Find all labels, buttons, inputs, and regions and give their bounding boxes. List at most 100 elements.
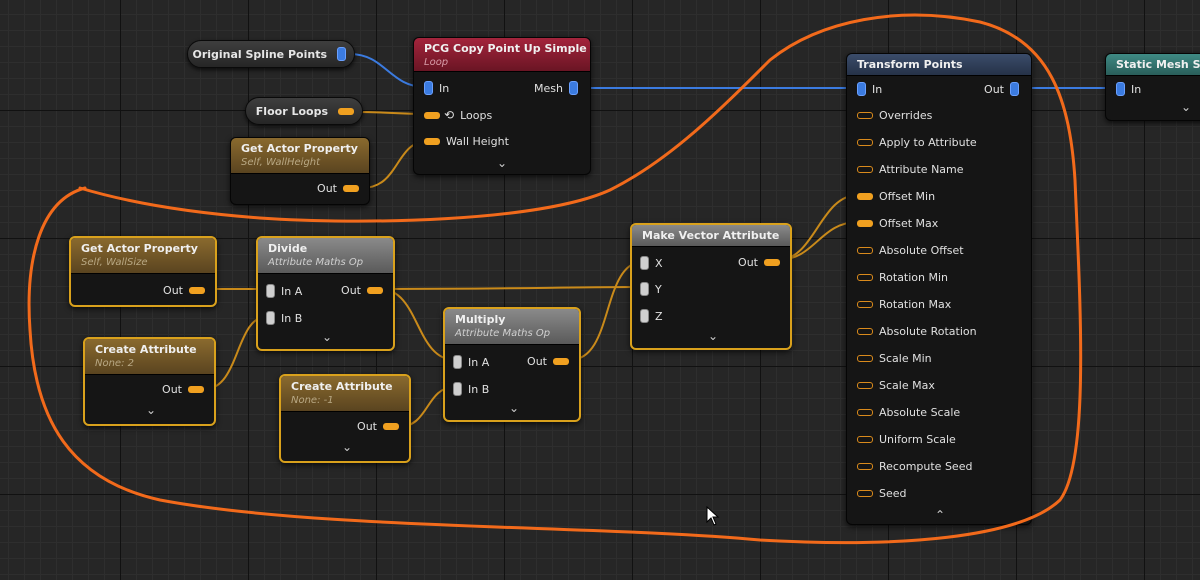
divide-in-a-pin[interactable]: In A: [266, 284, 308, 298]
multiply-header[interactable]: Multiply Attribute Maths Op: [445, 309, 579, 345]
static-mesh-header[interactable]: Static Mesh Spa: [1106, 54, 1200, 76]
create-attr-2-out-pin-icon[interactable]: [188, 386, 204, 393]
chevron-down-icon[interactable]: ⌄: [504, 401, 524, 415]
pin-icon[interactable]: [857, 463, 873, 470]
transform-pin-absolute-rotation[interactable]: Absolute Rotation: [857, 325, 983, 338]
pin-icon[interactable]: [857, 436, 873, 443]
transform-pin-absolute-scale[interactable]: Absolute Scale: [857, 406, 966, 419]
copy-in-pin-icon[interactable]: [424, 81, 433, 95]
transform-pin-scale-min[interactable]: Scale Min: [857, 352, 938, 365]
transform-pin-scale-max[interactable]: Scale Max: [857, 379, 941, 392]
make-vector-y-pin-icon[interactable]: [640, 282, 649, 296]
pin-icon[interactable]: [857, 409, 873, 416]
divide-in-a-pin-icon[interactable]: [266, 284, 275, 298]
multiply-out-pin[interactable]: Out: [521, 355, 569, 368]
transform-in-pin-icon[interactable]: [857, 82, 866, 96]
pin-icon[interactable]: [857, 139, 873, 146]
make-vector-out-pin-icon[interactable]: [764, 259, 780, 266]
static-mesh-in-pin[interactable]: In: [1116, 82, 1147, 96]
make-vector-z-pin-icon[interactable]: [640, 309, 649, 323]
transform-points-node[interactable]: Transform Points In Out Overrides Apply …: [846, 53, 1032, 525]
copy-in-pin[interactable]: In: [424, 81, 455, 95]
get-actor-property-wallheight-node[interactable]: Get Actor Property Self, WallHeight Out: [230, 137, 370, 205]
static-mesh-spawner-node[interactable]: Static Mesh Spa In ⌄: [1105, 53, 1200, 121]
chevron-down-icon[interactable]: ⌄: [337, 440, 357, 454]
transform-points-header[interactable]: Transform Points: [847, 54, 1031, 76]
create-attr-neg1-out-pin[interactable]: Out: [351, 420, 399, 433]
make-vector-out-pin[interactable]: Out: [732, 256, 780, 269]
pin-icon[interactable]: [857, 247, 873, 254]
transform-out-pin-icon[interactable]: [1010, 82, 1019, 96]
make-vector-header[interactable]: Make Vector Attribute: [632, 225, 790, 247]
multiply-in-b-pin[interactable]: In B: [453, 382, 495, 396]
divide-node[interactable]: Divide Attribute Maths Op In A Out In B …: [256, 236, 395, 351]
transform-pin-recompute-seed[interactable]: Recompute Seed: [857, 460, 978, 473]
pcg-copy-point-header[interactable]: PCG Copy Point Up Simple Loop: [414, 38, 590, 72]
multiply-in-b-pin-icon[interactable]: [453, 382, 462, 396]
pin-icon[interactable]: [857, 355, 873, 362]
chevron-down-icon[interactable]: ⌄: [1176, 100, 1196, 114]
pin-icon[interactable]: [857, 112, 873, 119]
pin-icon[interactable]: [857, 490, 873, 497]
divide-in-b-pin[interactable]: In B: [266, 311, 308, 325]
get-wallheight-header[interactable]: Get Actor Property Self, WallHeight: [231, 138, 369, 174]
divide-header[interactable]: Divide Attribute Maths Op: [258, 238, 393, 274]
copy-mesh-pin[interactable]: Mesh: [528, 81, 578, 95]
copy-wall-height-pin-icon[interactable]: [424, 138, 440, 145]
pin-icon[interactable]: [857, 274, 873, 281]
transform-pin-offset-min[interactable]: Offset Min: [857, 190, 941, 203]
get-actor-property-wallsize-node[interactable]: Get Actor Property Self, WallSize Out: [69, 236, 217, 307]
divide-out-pin[interactable]: Out: [335, 284, 383, 297]
transform-pin-seed[interactable]: Seed: [857, 487, 913, 500]
copy-wall-height-pin[interactable]: Wall Height: [424, 135, 515, 148]
pin-icon[interactable]: [857, 382, 873, 389]
create-attr-neg1-header[interactable]: Create Attribute None: -1: [281, 376, 409, 412]
get-wallheight-out-pin[interactable]: Out: [311, 182, 359, 195]
create-attr-2-out-pin[interactable]: Out: [156, 383, 204, 396]
multiply-in-a-pin-icon[interactable]: [453, 355, 462, 369]
transform-pin-rotation-min[interactable]: Rotation Min: [857, 271, 954, 284]
multiply-node[interactable]: Multiply Attribute Maths Op In A Out In …: [443, 307, 581, 422]
make-vector-y-pin[interactable]: Y: [640, 282, 668, 296]
transform-in-pin[interactable]: In: [857, 82, 888, 96]
transform-pin-absolute-offset[interactable]: Absolute Offset: [857, 244, 970, 257]
transform-pin-overrides[interactable]: Overrides: [857, 109, 938, 122]
pin-icon[interactable]: [857, 328, 873, 335]
chevron-down-icon[interactable]: ⌄: [141, 403, 161, 417]
get-wallheight-out-pin-icon[interactable]: [343, 185, 359, 192]
pin-icon[interactable]: [857, 301, 873, 308]
chevron-down-icon[interactable]: ⌄: [492, 156, 512, 170]
transform-pin-uniform-scale[interactable]: Uniform Scale: [857, 433, 962, 446]
pin-icon[interactable]: [857, 220, 873, 227]
transform-out-pin[interactable]: Out: [978, 82, 1019, 96]
transform-pin-apply-to-attribute[interactable]: Apply to Attribute: [857, 136, 983, 149]
make-vector-x-pin[interactable]: X: [640, 256, 669, 270]
floor-loops-node[interactable]: Floor Loops: [245, 97, 363, 125]
pin-icon[interactable]: [857, 193, 873, 200]
get-wallsize-out-pin-icon[interactable]: [189, 287, 205, 294]
copy-loops-pin-icon[interactable]: [424, 111, 440, 119]
create-attribute-neg1-node[interactable]: Create Attribute None: -1 Out ⌄: [279, 374, 411, 463]
original-spline-points-node[interactable]: Original Spline Points: [187, 40, 355, 68]
copy-loops-pin[interactable]: ⟲ Loops: [424, 108, 498, 122]
divide-in-b-pin-icon[interactable]: [266, 311, 275, 325]
create-attr-2-header[interactable]: Create Attribute None: 2: [85, 339, 214, 375]
copy-mesh-pin-icon[interactable]: [569, 81, 578, 95]
spline-out-pin-icon[interactable]: [337, 47, 346, 61]
multiply-out-pin-icon[interactable]: [553, 358, 569, 365]
get-wallsize-out-pin[interactable]: Out: [157, 284, 205, 297]
static-mesh-in-pin-icon[interactable]: [1116, 82, 1125, 96]
chevron-up-icon[interactable]: ⌃: [930, 508, 950, 522]
multiply-in-a-pin[interactable]: In A: [453, 355, 495, 369]
make-vector-x-pin-icon[interactable]: [640, 256, 649, 270]
make-vector-attribute-node[interactable]: Make Vector Attribute X Out Y Z ⌄: [630, 223, 792, 350]
get-wallsize-header[interactable]: Get Actor Property Self, WallSize: [71, 238, 215, 274]
make-vector-z-pin[interactable]: Z: [640, 309, 669, 323]
divide-out-pin-icon[interactable]: [367, 287, 383, 294]
pcg-copy-point-node[interactable]: PCG Copy Point Up Simple Loop In Mesh ⟲ …: [413, 37, 591, 175]
create-attribute-2-node[interactable]: Create Attribute None: 2 Out ⌄: [83, 337, 216, 426]
transform-pin-attribute-name[interactable]: Attribute Name: [857, 163, 970, 176]
create-attr-neg1-out-pin-icon[interactable]: [383, 423, 399, 430]
chevron-down-icon[interactable]: ⌄: [317, 330, 337, 344]
pin-icon[interactable]: [857, 166, 873, 173]
